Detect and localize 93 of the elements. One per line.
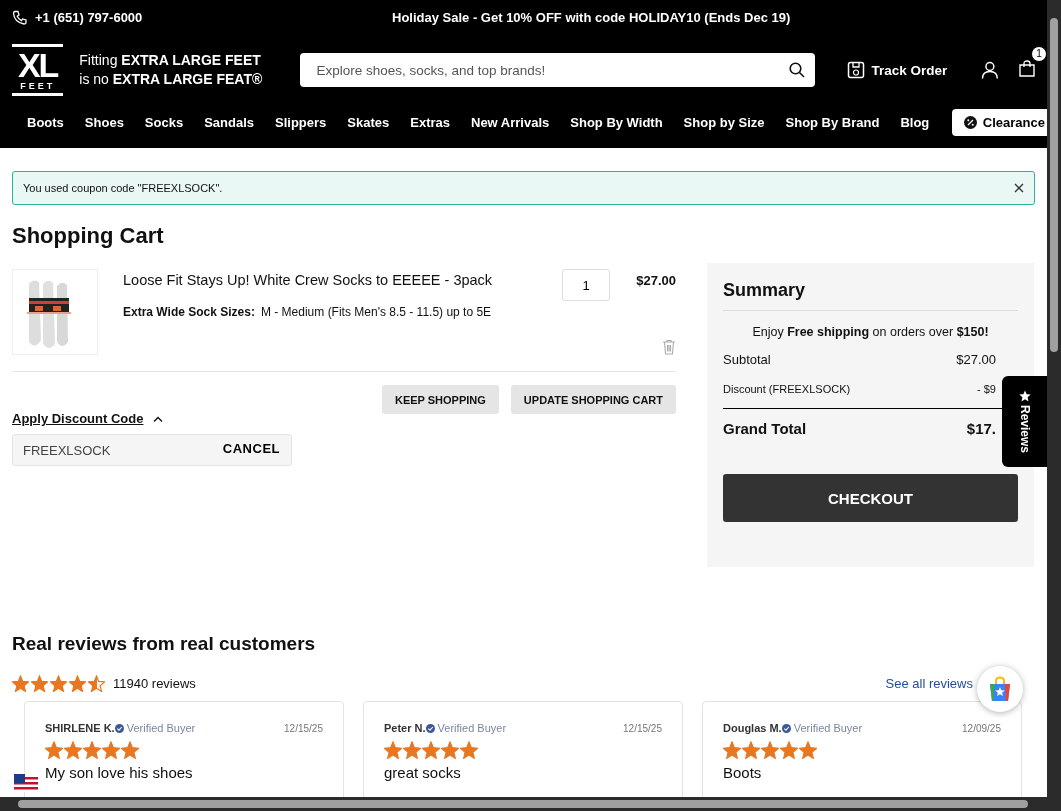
update-cart-button[interactable]: UPDATE SHOPPING CART bbox=[510, 385, 676, 414]
verified-label: Verified Buyer bbox=[793, 722, 863, 734]
nav-link[interactable]: Shoes bbox=[74, 114, 135, 130]
user-icon[interactable] bbox=[981, 61, 999, 79]
star-icon bbox=[31, 675, 48, 692]
scrollbar-thumb[interactable] bbox=[18, 800, 1028, 808]
star-icon bbox=[441, 741, 459, 759]
quantity-field[interactable]: 1 bbox=[562, 269, 610, 301]
close-icon[interactable] bbox=[1014, 183, 1024, 193]
section-title: Real reviews from real customers bbox=[12, 633, 317, 655]
summary-label: Subtotal bbox=[723, 352, 771, 367]
summary-label: Discount (FREEXLSOCK) bbox=[723, 383, 851, 395]
star-icon bbox=[460, 741, 478, 759]
summary-title: Summary bbox=[723, 280, 1018, 311]
summary-value: - $9 bbox=[977, 383, 996, 395]
review-date: 12/09/25 bbox=[962, 722, 1001, 734]
discount-toggle-link[interactable]: Apply Discount Code bbox=[12, 411, 144, 426]
summary-value: $17. bbox=[966, 420, 996, 437]
tagline-text: Fitting EXTRA LARGE FEET bbox=[79, 51, 262, 70]
phone-icon bbox=[12, 10, 27, 25]
review-date: 12/15/25 bbox=[284, 722, 323, 734]
star-icon bbox=[88, 675, 105, 692]
nav-link[interactable]: Slippers bbox=[264, 114, 337, 130]
keep-shopping-button[interactable]: KEEP SHOPPING bbox=[381, 385, 499, 414]
message-text: You used coupon code "FREEXLSOCK". bbox=[23, 182, 223, 194]
review-date: 12/15/25 bbox=[623, 722, 662, 734]
shopping-bag-icon bbox=[987, 676, 1013, 702]
nav-link[interactable]: Shop by Size bbox=[673, 114, 775, 130]
verified-icon bbox=[781, 723, 791, 733]
reviews-widget-button[interactable] bbox=[977, 666, 1023, 712]
track-order-link[interactable]: Track Order bbox=[847, 61, 948, 79]
flag-icon[interactable] bbox=[14, 774, 38, 792]
percent-icon bbox=[963, 115, 977, 129]
item-price: $27.00 bbox=[636, 273, 676, 288]
star-icon bbox=[45, 741, 63, 759]
star-icon bbox=[83, 741, 101, 759]
verified-icon bbox=[114, 723, 124, 733]
star-icon bbox=[64, 741, 82, 759]
nav-link[interactable]: Blog bbox=[889, 114, 940, 130]
reviewer-name: Douglas M. bbox=[723, 722, 782, 734]
nav-link[interactable]: Sandals bbox=[193, 114, 265, 130]
nav-link[interactable]: Extras bbox=[399, 114, 461, 130]
star-icon bbox=[69, 675, 86, 692]
option-value: M - Medium (Fits Men's 8.5 - 11.5) up to 5E bbox=[260, 305, 492, 319]
search-field[interactable]: Explore shoes, socks, and top brands! bbox=[300, 53, 816, 87]
see-all-reviews-link[interactable]: See all reviews bbox=[885, 676, 973, 691]
shipping-note: Enjoy Free shipping on orders over $150! bbox=[751, 325, 990, 339]
clearance-button[interactable]: Clearance bbox=[951, 108, 1047, 136]
checkout-button[interactable]: CHECKOUT bbox=[723, 474, 1018, 522]
reviewer-name: Peter N. bbox=[384, 722, 426, 734]
star-icon bbox=[384, 741, 402, 759]
star-icon bbox=[780, 741, 798, 759]
search-icon[interactable] bbox=[789, 62, 806, 78]
nav-link[interactable]: New Arrivals bbox=[460, 114, 560, 130]
caret-icon[interactable] bbox=[153, 415, 164, 422]
nav-link[interactable]: Shop By Brand bbox=[775, 114, 890, 130]
star-icon bbox=[761, 741, 779, 759]
product-name[interactable]: Loose Fit Stays Up! White Crew Socks to EEEEE - 3pack bbox=[123, 272, 555, 288]
star-icon bbox=[102, 741, 120, 759]
verified-label: Verified Buyer bbox=[437, 722, 507, 734]
star-icon bbox=[723, 741, 741, 759]
scrollbar-thumb[interactable] bbox=[1050, 18, 1058, 352]
nav-link[interactable]: Boots bbox=[12, 114, 75, 130]
star-icon bbox=[1018, 390, 1031, 402]
summary-value: $27.00 bbox=[956, 352, 996, 367]
cart-count-badge: 1 bbox=[1031, 45, 1047, 62]
star-icon bbox=[121, 741, 139, 759]
star-icon bbox=[742, 741, 760, 759]
star-icon bbox=[50, 675, 67, 692]
tagline-text: is no EXTRA LARGE FEAT® bbox=[79, 70, 264, 89]
review-count: 11940 reviews bbox=[113, 676, 196, 691]
logo[interactable]: XL FEET bbox=[12, 44, 64, 96]
page-title: Shopping Cart bbox=[12, 223, 165, 249]
star-icon bbox=[12, 675, 29, 692]
cancel-button[interactable]: CANCEL bbox=[222, 441, 280, 456]
star-icon bbox=[799, 741, 817, 759]
review-title: great socks bbox=[384, 764, 462, 781]
review-title: Boots bbox=[723, 764, 763, 781]
nav-link[interactable]: Socks bbox=[134, 114, 194, 130]
verified-label: Verified Buyer bbox=[126, 722, 196, 734]
nav-link[interactable]: Shop By Width bbox=[559, 114, 674, 130]
verified-icon bbox=[425, 723, 435, 733]
phone-number[interactable]: +1 (651) 797-6000 bbox=[35, 10, 143, 25]
reviews-tab[interactable]: Reviews bbox=[1002, 376, 1047, 467]
option-label: Extra Wide Sock Sizes: bbox=[123, 305, 255, 319]
star-icon bbox=[422, 741, 440, 759]
reviewer-name: SHIRLENE K. bbox=[45, 722, 115, 734]
summary-label: Grand Total bbox=[723, 420, 807, 437]
nav-link[interactable]: Skates bbox=[336, 114, 400, 130]
bag-icon[interactable] bbox=[1019, 59, 1035, 77]
promo-text: Holiday Sale - Get 10% OFF with code HOLIDAY10 (Ends Dec 19) bbox=[392, 10, 791, 25]
review-title: My son love his shoes bbox=[45, 764, 194, 781]
star-icon bbox=[403, 741, 421, 759]
